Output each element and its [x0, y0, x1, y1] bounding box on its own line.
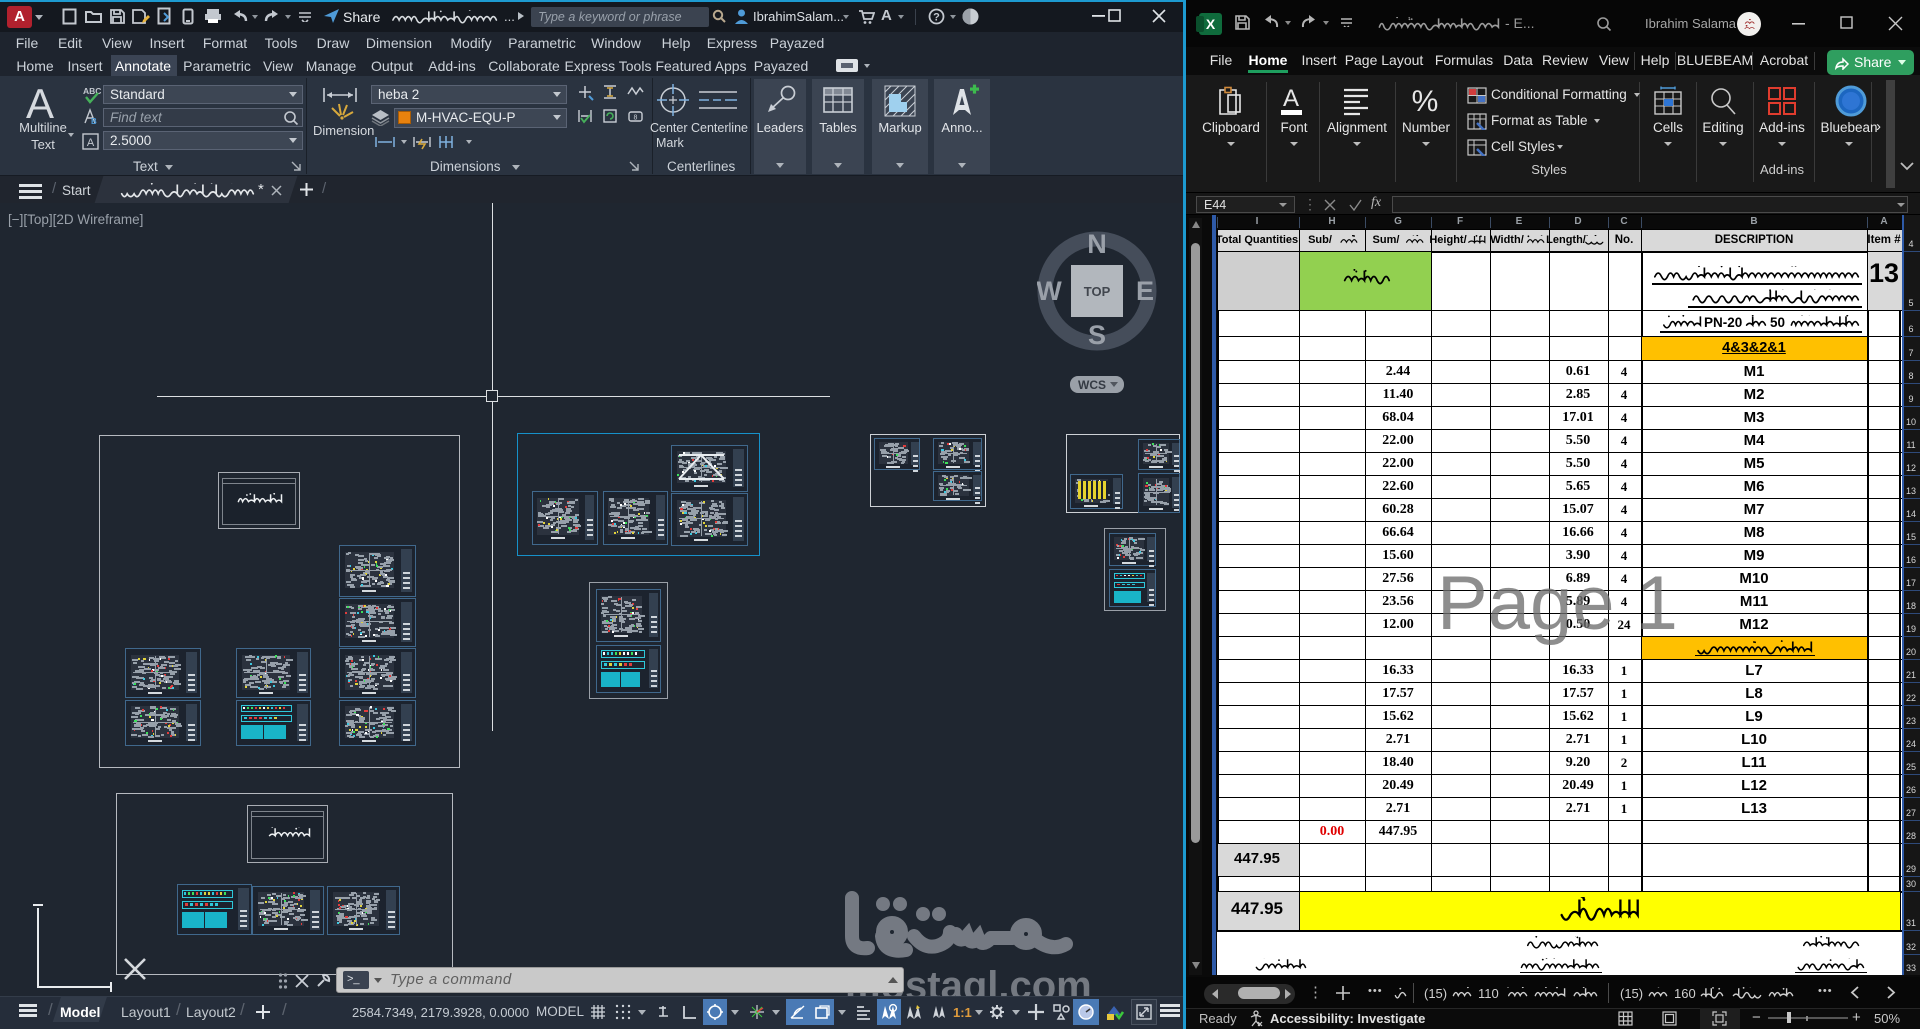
svg-text:?: ? — [933, 12, 940, 24]
svg-text:E: E — [1136, 276, 1154, 306]
svg-text:TOP: TOP — [1084, 284, 1111, 299]
svg-text:S: S — [1088, 320, 1106, 350]
svg-text:A: A — [87, 137, 95, 149]
svg-text:ABC: ABC — [83, 86, 101, 96]
svg-text:B: B — [91, 117, 97, 126]
svg-text:8: 8 — [634, 115, 638, 122]
svg-text:%: % — [1412, 86, 1439, 116]
svg-text:A: A — [1283, 86, 1299, 112]
svg-text:N: N — [1087, 231, 1107, 259]
svg-text:W: W — [1037, 276, 1062, 306]
